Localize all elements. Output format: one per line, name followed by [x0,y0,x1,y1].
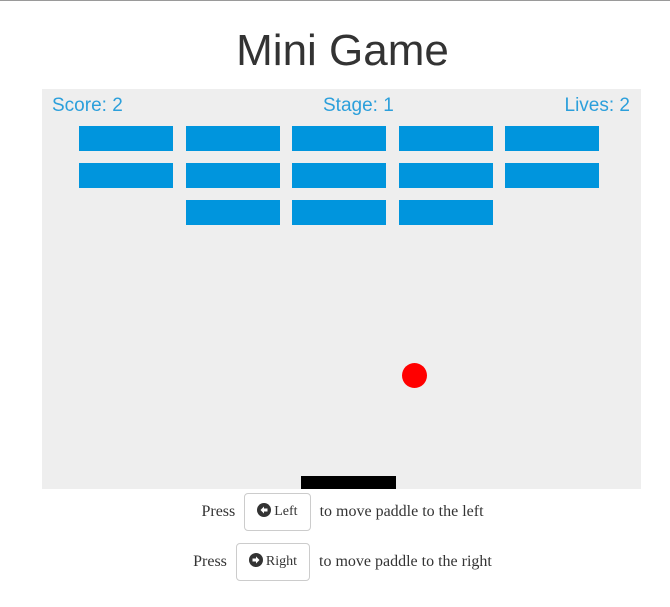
arrow-left-circle-icon [257,503,272,517]
left-instruction-prefix: Press [201,503,236,520]
brick [79,163,173,188]
ball [402,363,427,388]
right-instruction-prefix: Press [193,553,227,570]
score-display: Score: 2 [52,95,123,116]
paddle[interactable] [301,476,396,489]
lives-display: Lives: 2 [564,95,630,116]
brick [292,163,386,188]
brick [505,126,599,151]
right-control-instruction: Press Right to move paddle to the right [0,543,670,581]
brick [505,163,599,188]
brick [292,126,386,151]
page: Mini Game Score: 2 Stage: 1 Lives: 2 Pre… [0,0,670,607]
brick [185,200,280,225]
move-left-button[interactable]: Left [244,493,311,531]
page-title: Mini Game [236,26,449,75]
right-instruction-suffix: to move paddle to the right [319,553,492,570]
game-canvas[interactable]: Score: 2 Stage: 1 Lives: 2 [42,89,641,489]
move-right-label: Right [265,554,298,569]
brick [79,126,173,151]
move-left-label: Left [274,504,298,519]
left-instruction-suffix: to move paddle to the left [319,503,484,520]
brick [292,200,386,225]
stage-display: Stage: 1 [323,95,394,116]
brick [185,126,280,151]
left-control-instruction: Press Left to move paddle to the left [0,493,670,531]
brick [398,200,493,225]
brick [185,163,280,188]
arrow-right-circle-icon [248,553,263,567]
brick [398,163,493,188]
move-right-button[interactable]: Right [235,543,311,581]
brick [398,126,493,151]
